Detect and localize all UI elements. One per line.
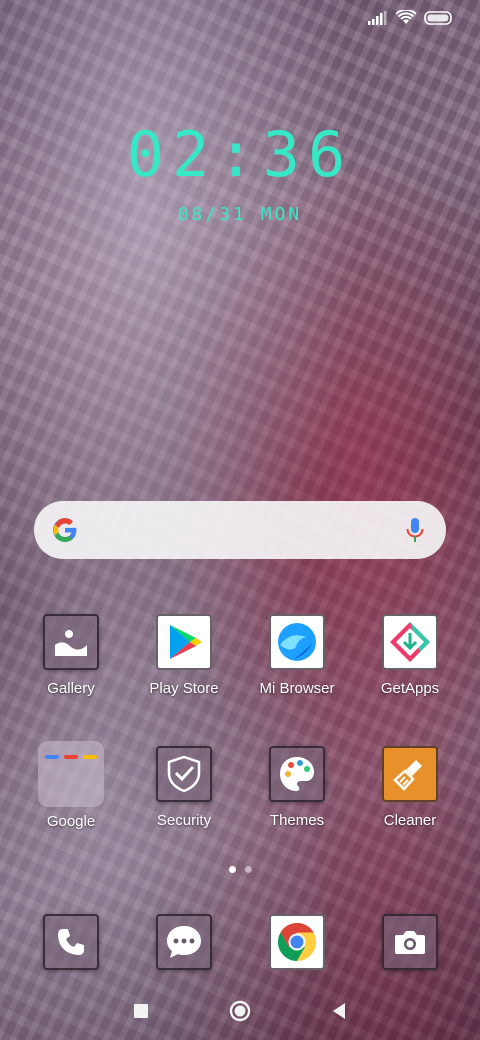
battery-icon [424,10,452,25]
wifi-icon [396,10,416,24]
app-themes[interactable]: Themes [242,746,352,829]
app-play-store[interactable]: Play Store [129,614,239,697]
google-logo-icon [53,518,77,542]
dock-camera[interactable] [355,914,465,970]
app-mi-browser[interactable]: Mi Browser [242,614,352,697]
mi-browser-icon [269,614,325,670]
app-security[interactable]: Security [129,746,239,829]
getapps-icon [382,614,438,670]
back-button[interactable] [331,1002,347,1020]
google-folder-icon [38,741,104,807]
recents-button[interactable] [133,1003,149,1019]
navigation-bar [0,996,480,1026]
app-getapps[interactable]: GetApps [355,614,465,697]
home-button[interactable] [229,1000,251,1022]
themes-icon [269,746,325,802]
page-dot-active[interactable] [228,866,236,873]
app-label: Mi Browser [259,680,335,697]
google-search-bar[interactable] [34,501,446,559]
dock-messages[interactable] [129,914,239,970]
dock-phone[interactable] [16,914,126,970]
app-label: Cleaner [383,812,437,829]
cleaner-icon [382,746,438,802]
app-label: Gallery [47,680,95,697]
signal-icon [368,10,387,25]
page-dot[interactable] [244,866,252,873]
dock-chrome[interactable] [242,914,352,970]
phone-icon [43,914,99,970]
clock-date: 08/31 MON [177,204,303,225]
camera-icon [382,914,438,970]
app-label: Security [156,812,212,829]
app-gallery[interactable]: Gallery [16,614,126,697]
play-store-icon [156,614,212,670]
app-label: Play Store [149,680,219,697]
security-icon [156,746,212,802]
clock-time[interactable]: 02:36 [0,118,480,191]
app-cleaner[interactable]: Cleaner [355,746,465,829]
microphone-icon[interactable] [406,517,424,543]
messages-icon [156,914,212,970]
app-label: Themes [269,812,325,829]
status-bar [368,10,454,25]
app-google-folder[interactable]: Google [16,741,126,830]
app-label: Google [46,813,96,830]
app-label: GetApps [380,680,440,697]
page-indicator [0,866,480,873]
chrome-icon [269,914,325,970]
gallery-icon [43,614,99,670]
